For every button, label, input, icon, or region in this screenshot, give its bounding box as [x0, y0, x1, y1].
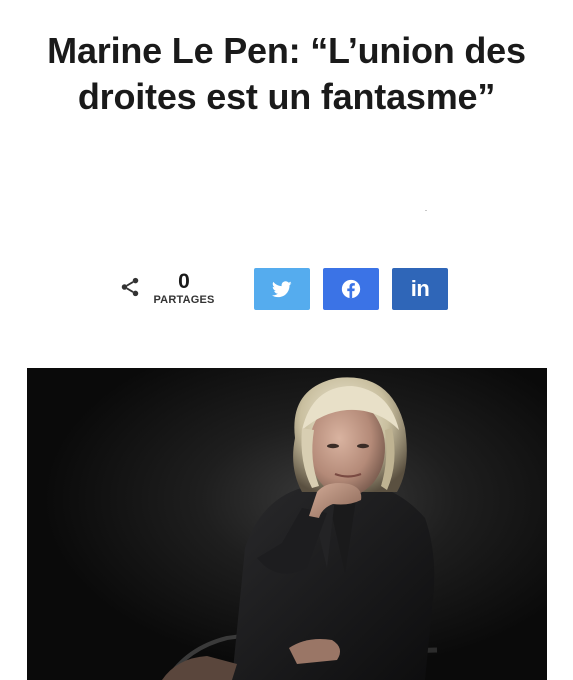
article-title: Marine Le Pen: “L’union des droites est … — [47, 30, 526, 117]
facebook-share-button[interactable] — [323, 268, 379, 310]
portrait-photo — [27, 368, 547, 680]
separator-dot — [425, 210, 427, 211]
article-photo — [27, 368, 547, 680]
linkedin-share-button[interactable]: in — [392, 268, 448, 310]
share-count-label: PARTAGES — [153, 294, 215, 306]
share-count: 0 PARTAGES — [116, 270, 226, 310]
twitter-share-button[interactable] — [254, 268, 310, 310]
share-count-number: 0 — [178, 270, 190, 293]
linkedin-icon: in — [410, 276, 430, 301]
facebook-icon — [341, 279, 361, 299]
share-icon — [121, 277, 139, 297]
twitter-icon — [272, 280, 292, 297]
